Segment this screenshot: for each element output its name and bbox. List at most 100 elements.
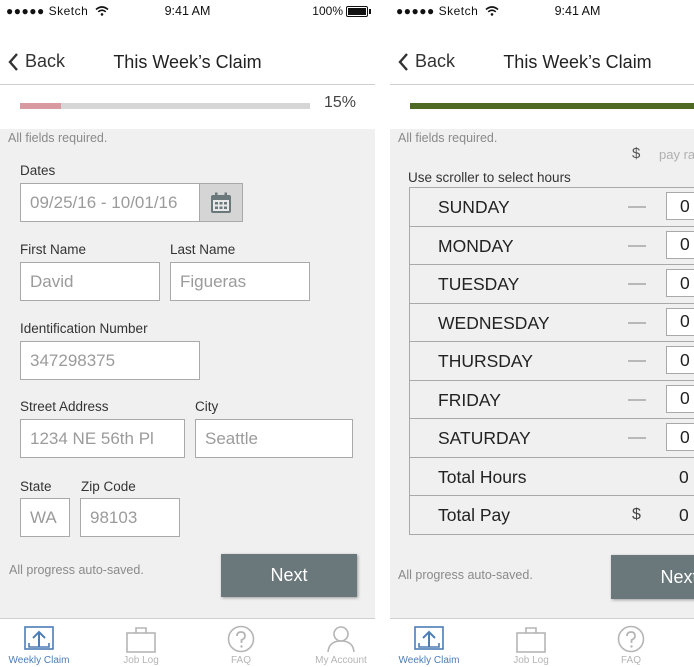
hours-content: All fields required. $ pay rate Use scro… bbox=[390, 85, 694, 618]
state-label: State bbox=[20, 479, 52, 494]
decrement-button[interactable] bbox=[628, 398, 646, 401]
upload-tray-icon bbox=[414, 626, 444, 650]
nav-bar: Back This Week’s Claim bbox=[0, 22, 375, 85]
briefcase-icon bbox=[516, 627, 546, 653]
hours-input[interactable]: 0 bbox=[666, 307, 694, 336]
tab-faq[interactable]: FAQ bbox=[586, 619, 676, 667]
pay-rate-input[interactable]: pay rate bbox=[659, 147, 694, 162]
form-content: 15% All fields required. Dates 09/25/16 … bbox=[0, 85, 375, 618]
progress-bar bbox=[410, 103, 694, 109]
total-hours-label: Total Hours bbox=[438, 466, 527, 487]
page-title: This Week’s Claim bbox=[503, 52, 652, 72]
hours-input[interactable]: 0 bbox=[666, 423, 694, 451]
next-button[interactable]: Next bbox=[221, 554, 357, 597]
claim-form-screen: ●●●●● Sketch 9:41 AM 100% Back This Week… bbox=[0, 0, 375, 667]
decrement-button[interactable] bbox=[628, 244, 646, 247]
zip-value: 98103 bbox=[90, 507, 138, 527]
tab-label: Job Log bbox=[513, 655, 549, 666]
first-name-field[interactable]: David bbox=[20, 262, 160, 301]
battery-percent: 100% bbox=[312, 4, 343, 18]
tab-label: FAQ bbox=[620, 655, 641, 666]
hours-screen: ●●●●● Sketch 9:41 AM Back This Week’s Cl… bbox=[390, 0, 694, 667]
progress-percent: 15% bbox=[323, 94, 356, 111]
upload-tray-icon bbox=[24, 626, 54, 650]
city-value: Seattle bbox=[205, 428, 258, 448]
total-hours-value: 0 bbox=[679, 466, 689, 487]
day-row-tuesday: TUESDAY 0 bbox=[410, 265, 694, 304]
day-label: SATURDAY bbox=[438, 428, 531, 448]
clock: 9:41 AM bbox=[554, 4, 601, 18]
hours-input[interactable]: 0 bbox=[666, 192, 694, 220]
next-button[interactable]: Next bbox=[611, 555, 694, 599]
state-value: WA bbox=[30, 507, 57, 527]
tab-job-log[interactable]: Job Log bbox=[486, 619, 576, 667]
hours-input[interactable]: 0 bbox=[666, 346, 694, 374]
tab-weekly-claim[interactable]: Weekly Claim bbox=[0, 619, 84, 667]
street-label: Street Address bbox=[20, 399, 109, 414]
currency-symbol: $ bbox=[632, 145, 641, 162]
calendar-button[interactable] bbox=[199, 183, 243, 222]
decrement-button[interactable] bbox=[628, 360, 646, 362]
progress-section: 15% bbox=[0, 85, 375, 129]
total-pay-currency: $ bbox=[632, 506, 641, 523]
hours-table: SUNDAY 0 MONDAY 0 TUESDAY 0 WEDNESDAY 0 … bbox=[409, 187, 694, 535]
question-circle-icon bbox=[227, 625, 255, 653]
hours-input[interactable]: 0 bbox=[666, 384, 694, 413]
day-label: MONDAY bbox=[438, 235, 514, 256]
decrement-button[interactable] bbox=[628, 206, 646, 208]
total-pay-value: 0 bbox=[679, 505, 689, 525]
tab-job-log[interactable]: Job Log bbox=[96, 619, 186, 667]
day-row-friday: FRIDAY 0 bbox=[410, 381, 694, 419]
id-number-label: Identification Number bbox=[20, 321, 148, 336]
tab-label: My Account bbox=[315, 655, 367, 666]
day-label: TUESDAY bbox=[438, 274, 520, 294]
day-row-thursday: THURSDAY 0 bbox=[410, 342, 694, 381]
progress-section bbox=[390, 85, 694, 129]
last-name-field[interactable]: Figueras bbox=[170, 262, 310, 301]
day-row-wednesday: WEDNESDAY 0 bbox=[410, 304, 694, 342]
hours-input[interactable]: 0 bbox=[666, 269, 694, 297]
city-label: City bbox=[195, 399, 219, 414]
decrement-button[interactable] bbox=[628, 437, 646, 439]
last-name-label: Last Name bbox=[170, 242, 236, 257]
tab-label: Weekly Claim bbox=[398, 655, 460, 666]
id-number-field[interactable]: 347298375 bbox=[20, 341, 200, 380]
calendar-icon bbox=[211, 192, 231, 213]
total-hours-row: Total Hours 0 bbox=[410, 458, 694, 496]
decrement-button[interactable] bbox=[628, 321, 646, 324]
progress-fill bbox=[410, 103, 694, 109]
day-row-saturday: SATURDAY 0 bbox=[410, 419, 694, 458]
day-label: THURSDAY bbox=[438, 351, 533, 371]
day-label: FRIDAY bbox=[438, 389, 501, 410]
tab-label: Weekly Claim bbox=[8, 655, 70, 666]
tab-weekly-claim[interactable]: Weekly Claim bbox=[390, 619, 474, 667]
progress-fill bbox=[20, 103, 61, 109]
total-pay-label: Total Pay bbox=[438, 505, 510, 525]
dates-value: 09/25/16 - 10/01/16 bbox=[30, 192, 178, 212]
tab-label: FAQ bbox=[230, 655, 251, 666]
hours-input[interactable]: 0 bbox=[666, 230, 694, 259]
tab-bar: Weekly Claim Job Log FAQ bbox=[390, 618, 694, 667]
day-row-monday: MONDAY 0 bbox=[410, 227, 694, 265]
zip-field[interactable]: 98103 bbox=[80, 498, 180, 537]
question-circle-icon bbox=[617, 625, 645, 653]
id-number-value: 347298375 bbox=[30, 350, 116, 370]
city-field[interactable]: Seattle bbox=[195, 419, 353, 458]
tab-label: Job Log bbox=[123, 655, 159, 666]
street-field[interactable]: 1234 NE 56th Pl bbox=[20, 419, 185, 458]
decrement-button[interactable] bbox=[628, 283, 646, 285]
required-note: All fields required. bbox=[8, 131, 108, 145]
autosave-note: All progress auto-saved. bbox=[398, 568, 533, 582]
total-pay-row: Total Pay $ 0 bbox=[410, 496, 694, 534]
nav-bar: Back This Week’s Claim bbox=[390, 22, 694, 85]
dates-field[interactable]: 09/25/16 - 10/01/16 bbox=[20, 183, 200, 222]
briefcase-icon bbox=[126, 627, 156, 653]
progress-bar bbox=[20, 103, 310, 109]
dates-label: Dates bbox=[20, 163, 56, 178]
tab-my-account[interactable]: My Account bbox=[296, 619, 375, 667]
tab-faq[interactable]: FAQ bbox=[196, 619, 286, 667]
street-value: 1234 NE 56th Pl bbox=[30, 428, 154, 448]
required-note: All fields required. bbox=[398, 131, 498, 145]
state-field[interactable]: WA bbox=[20, 498, 70, 537]
status-bar: ●●●●● Sketch 9:41 AM bbox=[390, 0, 694, 22]
